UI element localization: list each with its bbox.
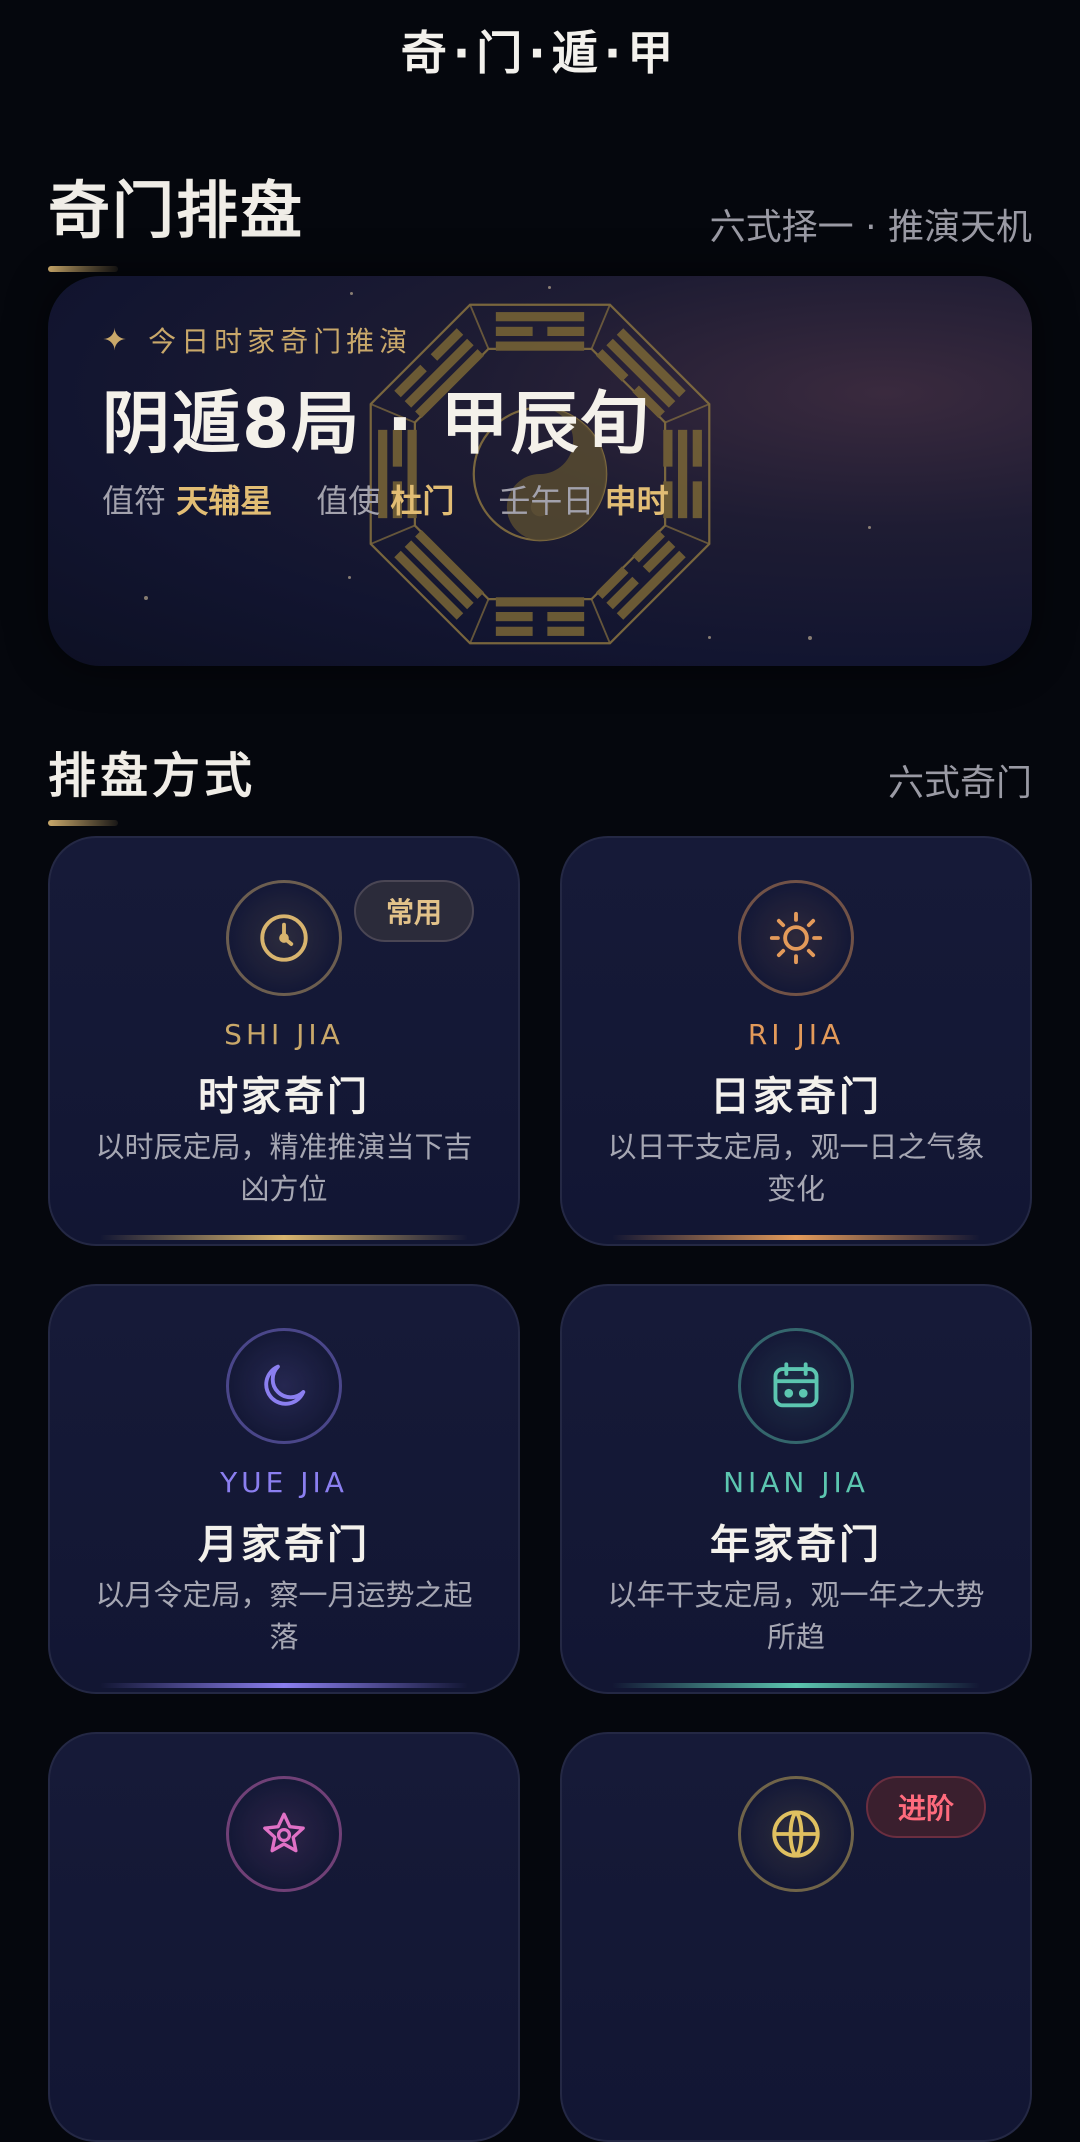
card-glow — [100, 1683, 468, 1688]
common-badge: 常用 — [353, 880, 474, 942]
card-pinyin: NIAN JIA — [723, 1466, 869, 1499]
card-pinyin: SHI JIA — [224, 1018, 344, 1051]
card-desc: 以时辰定局，精准推演当下吉凶方位 — [95, 1130, 473, 1206]
hero-tag: ✦ 今日时家奇门推演 — [102, 320, 412, 360]
card-shi-jia[interactable]: 常用 SHI JIA 时家奇门 以时辰定局，精准推演当下吉凶方位 — [48, 836, 520, 1246]
hero-title: 阴遁8局 · 甲辰旬 — [102, 385, 651, 464]
page-subtitle: 六式择一 · 推演天机 — [709, 207, 1032, 248]
methods-subtitle: 六式奇门 — [887, 763, 1032, 804]
methods-header: 排盘方式 六式奇门 — [48, 736, 1032, 826]
card-desc: 以年干支定局，观一年之大势所趋 — [607, 1578, 985, 1654]
methods-title: 排盘方式 — [48, 736, 257, 826]
methods-title-text: 排盘方式 — [48, 748, 257, 804]
sun-icon — [738, 880, 854, 996]
info-zhifu: 值符 天辅星 — [102, 482, 273, 520]
card-glow — [100, 1235, 468, 1240]
calendar-icon — [738, 1328, 854, 1444]
clock-icon — [226, 880, 342, 996]
advanced-badge: 进阶 — [865, 1776, 986, 1838]
card-ri-jia[interactable]: RI JIA 日家奇门 以日干支定局，观一日之气象变化 — [560, 836, 1032, 1246]
moon-icon — [226, 1328, 342, 1444]
card-name: 月家奇门 — [198, 1522, 370, 1568]
top-bar: 奇·门·遁·甲 — [0, 0, 1080, 100]
title-underline — [48, 820, 118, 826]
card-desc: 以日干支定局，观一日之气象变化 — [607, 1130, 985, 1206]
card-globe[interactable]: 进阶 — [560, 1732, 1032, 2142]
card-yue-jia[interactable]: YUE JIA 月家奇门 以月令定局，察一月运势之起落 — [48, 1284, 520, 1694]
hero-info: 值符 天辅星 值使 杜门 壬午日 申时 — [102, 476, 669, 522]
app-title: 奇·门·遁·甲 — [400, 26, 680, 80]
card-glow — [612, 1683, 980, 1688]
info-day-hour: 壬午日 申时 — [498, 482, 669, 520]
card-pinyin: YUE JIA — [220, 1466, 348, 1499]
card-star[interactable] — [48, 1732, 520, 2142]
sparkle-icon: ✦ — [102, 322, 133, 358]
today-chart-card[interactable]: ✦ 今日时家奇门推演 阴遁8局 · 甲辰旬 值符 天辅星 值使 杜门 壬午日 申… — [48, 276, 1032, 666]
card-glow — [612, 1235, 980, 1240]
globe-icon — [738, 1776, 854, 1892]
card-nian-jia[interactable]: NIAN JIA 年家奇门 以年干支定局，观一年之大势所趋 — [560, 1284, 1032, 1694]
card-name: 时家奇门 — [198, 1074, 370, 1120]
info-zhishi: 值使 杜门 — [316, 482, 455, 520]
page-title: 奇门排盘 — [48, 160, 305, 272]
title-underline — [48, 266, 118, 272]
hero-tag-text: 今日时家奇门推演 — [148, 325, 413, 358]
page-header: 奇门排盘 六式择一 · 推演天机 — [48, 160, 1032, 272]
card-name: 日家奇门 — [710, 1074, 882, 1120]
star-icon — [226, 1776, 342, 1892]
card-pinyin: RI JIA — [747, 1018, 845, 1051]
card-name: 年家奇门 — [710, 1522, 882, 1568]
page-title-text: 奇门排盘 — [48, 174, 305, 247]
card-desc: 以月令定局，察一月运势之起落 — [95, 1578, 473, 1654]
